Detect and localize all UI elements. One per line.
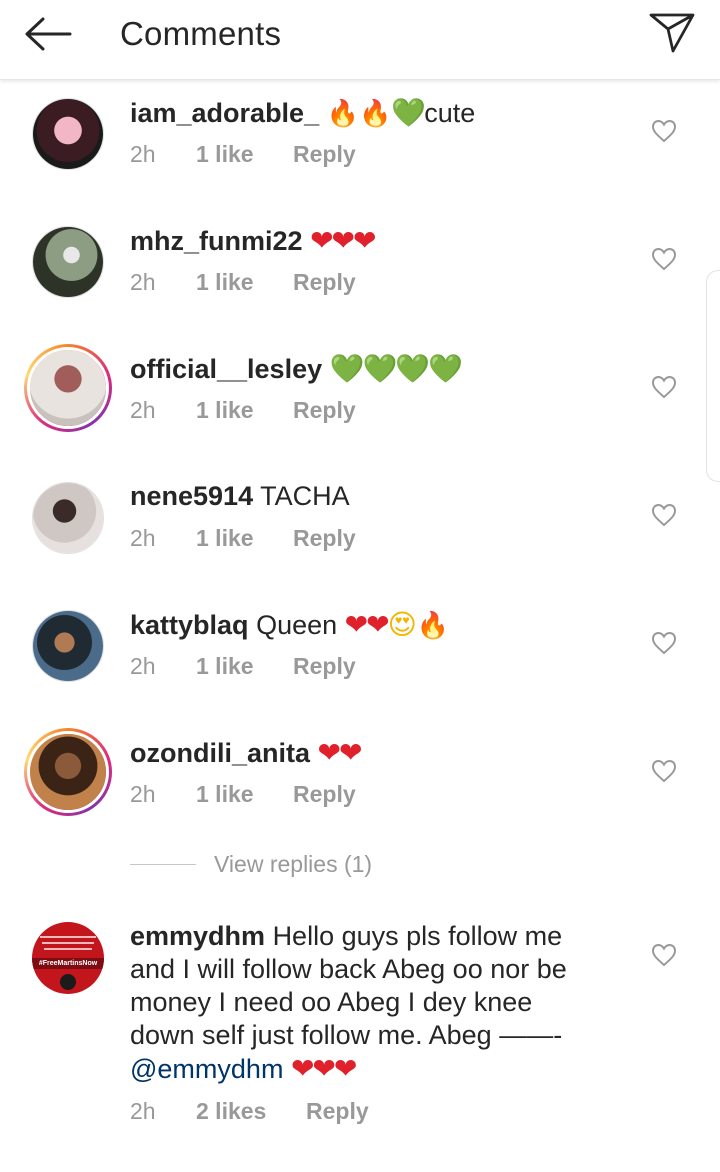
paper-plane-icon [649,13,695,53]
avatar[interactable] [32,98,104,170]
view-replies-label[interactable]: View replies (1) [214,851,372,878]
comment-username[interactable]: nene5914 [130,481,253,511]
like-button[interactable] [648,940,680,970]
comment-meta: 2h 1 like Reply [130,523,356,553]
heart-outline-icon [651,759,677,783]
green-heart-emoji: 💚 [391,97,426,128]
avatar-banner-text: #FreeMartinsNow [32,958,104,969]
fire-emoji: 🔥 [326,98,359,128]
comment-username[interactable]: iam_adorable_ [130,98,319,128]
comment-text: kattyblaq Queen ❤❤😍🔥 [130,608,600,642]
comment-time: 2h [130,524,156,551]
comment-username[interactable]: emmydhm [130,921,265,951]
comment-likes[interactable]: 1 like [196,653,293,680]
comment-body: cute [424,98,476,128]
view-replies-link[interactable]: View replies (1) [130,848,372,880]
heart-outline-icon [651,503,677,527]
avatar-story-ring[interactable] [24,728,112,816]
like-button[interactable] [648,500,680,530]
comment-text: official__lesley 💚💚💚💚 [130,352,600,386]
comment-time: 2h [130,1097,156,1124]
reply-button[interactable]: Reply [293,141,356,168]
heart-outline-icon [651,943,677,967]
top-bar: Comments [0,0,720,80]
avatar[interactable] [32,482,104,554]
heart-outline-icon [651,631,677,655]
comment-meta: 2h 1 like Reply [130,779,356,809]
share-button[interactable] [644,8,700,58]
reply-button[interactable]: Reply [293,781,356,808]
comment-text: mhz_funmi22 ❤❤❤ [130,224,600,258]
comment-meta: 2h 1 like Reply [130,139,356,169]
heart-outline-icon [651,247,677,271]
comment-meta: 2h 2 likes Reply [130,1096,369,1126]
divider-line [130,863,196,865]
reply-button[interactable]: Reply [293,269,356,296]
comment-meta: 2h 1 like Reply [130,267,356,297]
comment-time: 2h [130,652,156,679]
comment-text: emmydhm Hello guys pls follow me and I w… [130,920,600,1086]
reply-button[interactable]: Reply [293,397,356,424]
comment-time: 2h [130,268,156,295]
comment-likes[interactable]: 1 like [196,269,293,296]
like-button[interactable] [648,116,680,146]
comment-meta: 2h 1 like Reply [130,395,356,425]
arrow-left-icon [25,17,72,51]
red-heart-emoji: ❤❤ [317,737,363,768]
page-title: Comments [120,15,282,52]
like-button[interactable] [648,628,680,658]
reply-button[interactable]: Reply [293,653,356,680]
red-heart-emoji: ❤❤❤ [310,225,376,256]
green-heart-emoji: 💚💚💚💚 [329,353,463,384]
comment-likes[interactable]: 1 like [196,781,293,808]
reply-button[interactable]: Reply [293,525,356,552]
comment-text: ozondili_anita ❤❤ [130,736,600,770]
avatar-story-ring[interactable] [24,344,112,432]
comment-time: 2h [130,140,156,167]
heart-outline-icon [651,375,677,399]
fire-emoji: 🔥 [358,98,392,128]
like-button[interactable] [648,372,680,402]
avatar[interactable] [32,610,104,682]
avatar[interactable]: #FreeMartinsNow [32,922,104,994]
comment-body: TACHA [260,481,350,511]
fire-emoji: 🔥 [416,610,450,640]
comment-time: 2h [130,780,156,807]
comment-username[interactable]: official__lesley [130,354,322,384]
comment-likes[interactable]: 2 likes [196,1098,306,1125]
heart-eyes-emoji: 😍 [387,609,417,640]
comment-text: nene5914 TACHA [130,480,600,513]
comment-meta: 2h 1 like Reply [130,651,356,681]
comment-time: 2h [130,396,156,423]
heart-outline-icon [651,119,677,143]
comment-likes[interactable]: 1 like [196,141,293,168]
comment-username[interactable]: mhz_funmi22 [130,226,303,256]
scroll-edge-tab[interactable] [706,270,720,482]
back-button[interactable] [22,14,74,54]
comment-body: Queen [256,610,338,640]
comment-username[interactable]: kattyblaq [130,610,249,640]
comment-likes[interactable]: 1 like [196,525,293,552]
like-button[interactable] [648,244,680,274]
comment-username[interactable]: ozondili_anita [130,738,310,768]
red-heart-emoji: ❤❤ [344,609,390,640]
reply-button[interactable]: Reply [306,1098,369,1125]
comment-likes[interactable]: 1 like [196,397,293,424]
comment-text: iam_adorable_ 🔥🔥💚cute [130,96,600,130]
like-button[interactable] [648,756,680,786]
avatar[interactable] [32,226,104,298]
red-heart-emoji: ❤❤❤ [290,1053,357,1084]
mention-link[interactable]: @emmydhm [130,1054,283,1084]
